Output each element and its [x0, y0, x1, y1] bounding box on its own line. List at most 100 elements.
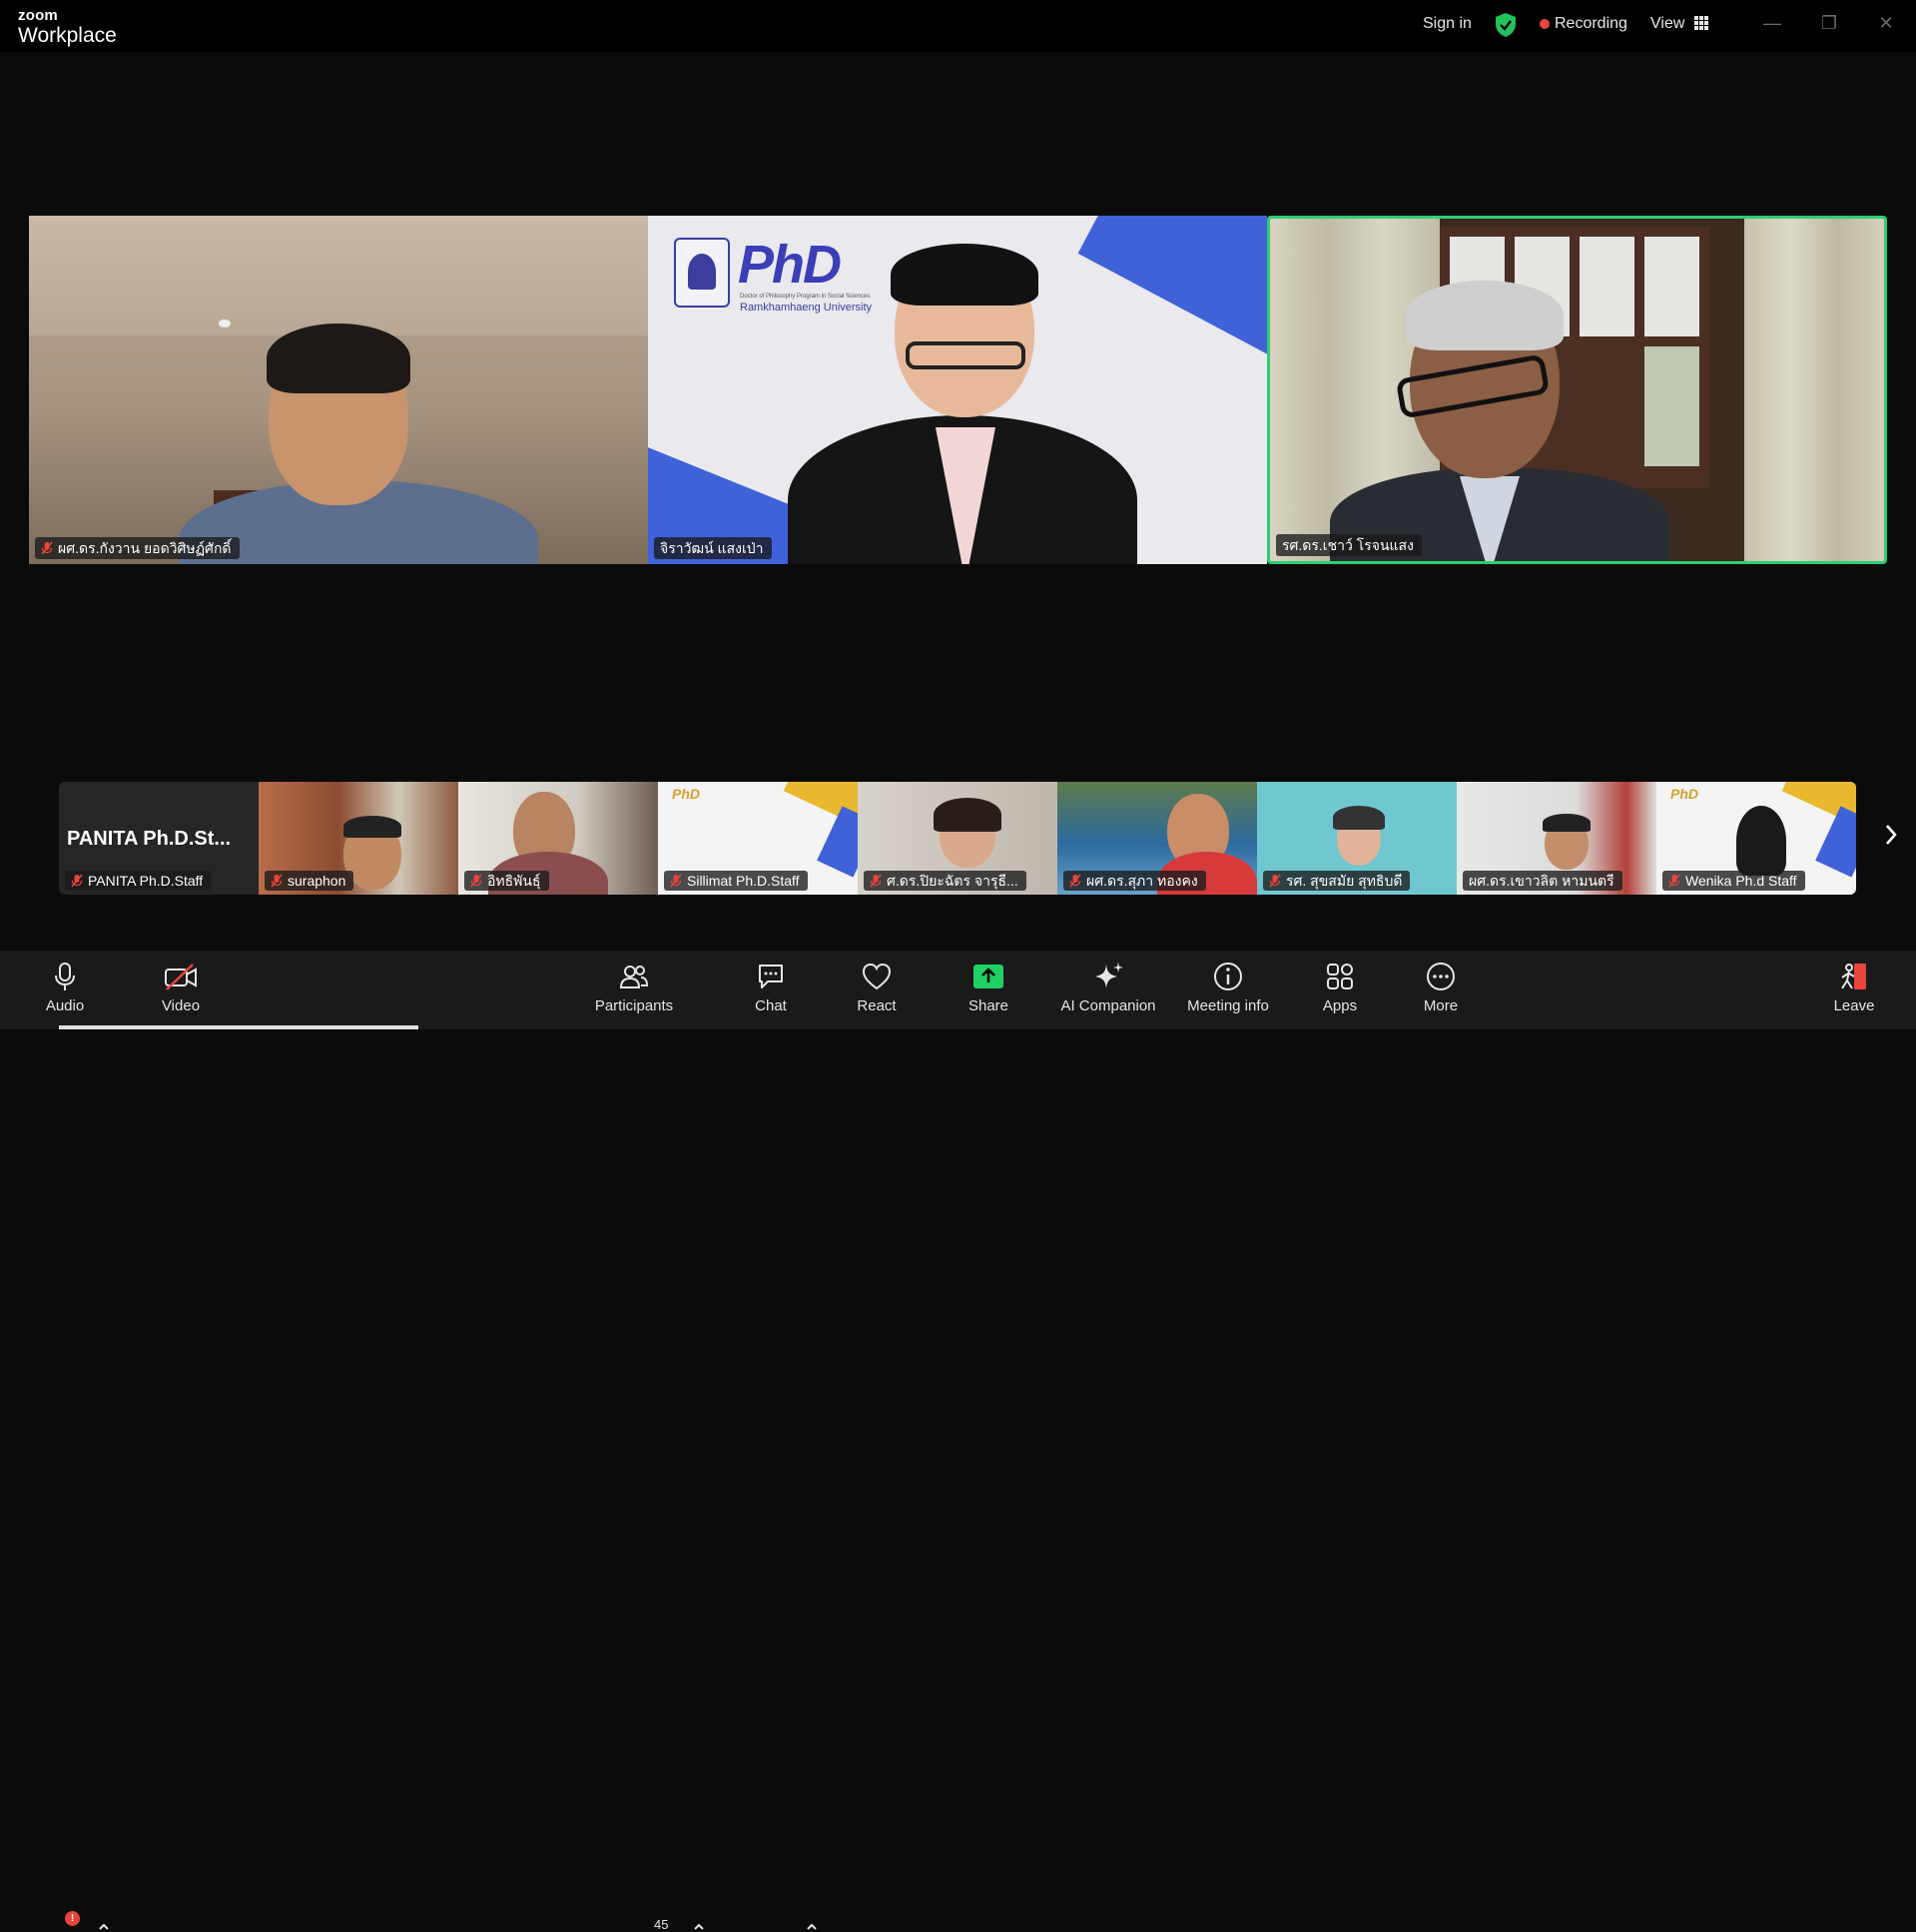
sign-in-link[interactable]: Sign in	[1423, 15, 1472, 33]
video-tile-3-active-speaker[interactable]: รศ.ดร.เชาว์ โรจนแสง	[1267, 216, 1887, 564]
ai-companion-button[interactable]: AI Companion	[1056, 951, 1160, 1029]
view-button[interactable]: View	[1650, 15, 1684, 33]
brand-top: zoom	[18, 7, 58, 24]
phd-logo-text: PhD	[1670, 786, 1698, 802]
chat-icon	[759, 965, 783, 988]
meeting-toolbar: Audio ! Video Participants 45 Chat React…	[0, 951, 1916, 1932]
participant-name: suraphon	[288, 873, 346, 889]
apps-icon	[1327, 964, 1353, 989]
thumbnail-tile[interactable]: PhD Sillimat Ph.D.Staff	[658, 782, 858, 895]
thumbnail-tile[interactable]: รศ. สุขสมัย สุทธิบดี	[1257, 782, 1457, 895]
participant-name: Sillimat Ph.D.Staff	[687, 873, 800, 889]
muted-mic-icon	[71, 874, 83, 888]
more-label: More	[1423, 997, 1459, 1014]
leave-label: Leave	[1833, 997, 1875, 1014]
audio-alert-badge: !	[65, 1911, 80, 1926]
share-button[interactable]: Share	[963, 951, 1013, 1029]
participant-name: Wenika Ph.d Staff	[1685, 873, 1797, 889]
participant-name: รศ. สุขสมัย สุทธิบดี	[1286, 873, 1403, 889]
muted-mic-icon	[1269, 874, 1281, 888]
thumbnail-tile[interactable]: ผศ.ดร.เขาวลิต หามนตรี	[1457, 782, 1656, 895]
audio-label: Audio	[45, 997, 85, 1014]
react-button[interactable]: React	[852, 951, 902, 1029]
muted-mic-icon	[870, 874, 882, 888]
display-name: PANITA Ph.D.St...	[67, 828, 232, 850]
info-icon	[1214, 963, 1242, 990]
participants-count: 45	[654, 1917, 669, 1932]
thumbnail-tile[interactable]: suraphon	[259, 782, 458, 895]
recording-dot-icon	[1540, 19, 1550, 29]
participant-name: จิราวัฒน์ แสงเป่า	[660, 540, 764, 556]
ai-companion-label: AI Companion	[1060, 997, 1156, 1014]
react-label: React	[857, 997, 897, 1014]
name-tag: ผศ.ดร.กังวาน ยอดวิศิษฏ์ศักดิ์	[35, 537, 240, 559]
encryption-shield-icon[interactable]	[1495, 12, 1517, 38]
recording-indicator[interactable]: Recording	[1555, 15, 1627, 33]
muted-mic-icon	[271, 874, 283, 888]
grid-view-icon[interactable]	[1694, 16, 1708, 30]
video-label: Video	[161, 997, 201, 1014]
video-off-icon	[165, 964, 197, 990]
participant-name: ผศ.ดร.สุภา ทองคง	[1086, 873, 1198, 889]
thumbnail-tile[interactable]: ศ.ดร.ปิยะฉัตร จารุธี...	[858, 782, 1057, 895]
leave-button[interactable]: Leave	[1829, 951, 1879, 1029]
bottom-scroll-indicator	[59, 1025, 418, 1029]
video-button[interactable]: Video	[156, 951, 206, 1029]
participants-icon	[619, 966, 649, 988]
name-tag: อิทธิพันธุ์	[464, 871, 549, 891]
muted-mic-icon	[1668, 874, 1680, 888]
university-name: Ramkhamhaeng University	[740, 302, 873, 314]
microphone-icon	[55, 963, 75, 990]
university-seal-icon	[674, 238, 730, 308]
name-tag: ผศ.ดร.เขาวลิต หามนตรี	[1463, 871, 1622, 891]
participants-label: Participants	[594, 997, 674, 1014]
apps-label: Apps	[1322, 997, 1358, 1014]
name-tag: รศ.ดร.เชาว์ โรจนแสง	[1276, 534, 1422, 556]
apps-button[interactable]: Apps	[1315, 951, 1365, 1029]
video-tile-1[interactable]: ผศ.ดร.กังวาน ยอดวิศิษฏ์ศักดิ์	[29, 216, 648, 564]
participants-options-caret-icon[interactable]	[693, 1922, 705, 1932]
participant-name: ศ.ดร.ปิยะฉัตร จารุธี...	[887, 873, 1018, 889]
muted-mic-icon	[41, 541, 53, 555]
thumbnail-tile[interactable]: ผศ.ดร.สุภา ทองคง	[1057, 782, 1257, 895]
title-bar: zoom Workplace Sign in Recording View — …	[0, 0, 1916, 52]
audio-options-caret-icon[interactable]	[98, 1922, 110, 1932]
more-button[interactable]: More	[1416, 951, 1466, 1029]
thumbnail-tile[interactable]: อิทธิพันธุ์	[458, 782, 658, 895]
name-tag: Sillimat Ph.D.Staff	[664, 871, 808, 891]
minimize-icon[interactable]: —	[1761, 12, 1783, 34]
leave-door-icon	[1841, 964, 1866, 989]
name-tag: Wenika Ph.d Staff	[1662, 871, 1805, 891]
muted-mic-icon	[670, 874, 682, 888]
participant-thumbnail-strip: PANITA Ph.D.St... PANITA Ph.D.Staff sura…	[59, 782, 1856, 895]
close-icon[interactable]: ✕	[1875, 12, 1897, 34]
next-page-chevron-icon[interactable]	[1883, 823, 1899, 847]
participants-button[interactable]: Participants	[589, 951, 679, 1029]
zoom-workplace-logo: zoom Workplace	[18, 8, 117, 46]
brand-bottom: Workplace	[18, 24, 117, 47]
muted-mic-icon	[1069, 874, 1081, 888]
name-tag: PANITA Ph.D.Staff	[65, 871, 212, 891]
participant-name: รศ.ดร.เชาว์ โรจนแสง	[1282, 537, 1414, 553]
phd-logo-text: PhD	[672, 786, 700, 802]
thumbnail-tile[interactable]: PANITA Ph.D.St... PANITA Ph.D.Staff	[59, 782, 259, 895]
name-tag: suraphon	[265, 871, 354, 891]
chat-label: Chat	[755, 997, 787, 1014]
participant-name: อิทธิพันธุ์	[487, 873, 541, 889]
chat-button[interactable]: Chat	[746, 951, 796, 1029]
muted-mic-icon	[470, 874, 482, 888]
meeting-info-button[interactable]: Meeting info	[1181, 951, 1275, 1029]
heart-icon	[862, 963, 892, 990]
video-tile-2[interactable]: PhD Doctor of Philosophy Program in Soci…	[648, 216, 1267, 564]
sparkle-icon	[1095, 963, 1123, 988]
name-tag: รศ. สุขสมัย สุทธิบดี	[1263, 871, 1411, 891]
audio-button[interactable]: Audio	[40, 951, 90, 1029]
thumbnail-tile[interactable]: PhD Wenika Ph.d Staff	[1656, 782, 1856, 895]
name-tag: ผศ.ดร.สุภา ทองคง	[1063, 871, 1206, 891]
chat-options-caret-icon[interactable]	[806, 1922, 818, 1932]
share-label: Share	[967, 997, 1009, 1014]
meeting-info-label: Meeting info	[1187, 997, 1269, 1014]
phd-logo-text: PhD	[738, 235, 842, 295]
share-screen-icon	[973, 965, 1003, 988]
restore-icon[interactable]: ❐	[1818, 12, 1840, 34]
